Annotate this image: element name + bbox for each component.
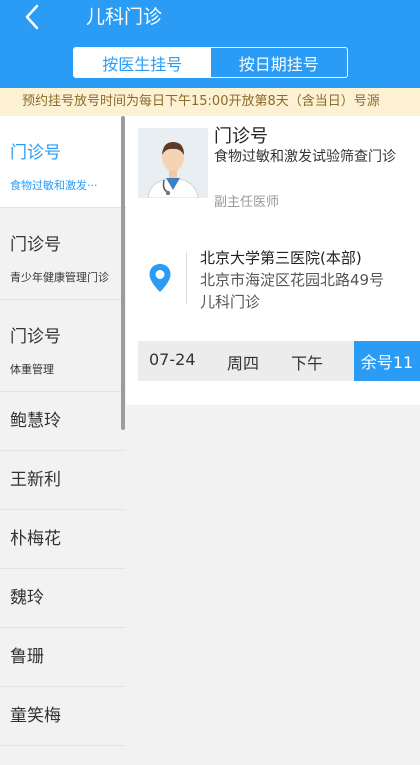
booking-mode-switch: 按医生挂号 按日期挂号 (73, 47, 348, 78)
department-name: 儿科门诊 (200, 293, 261, 311)
doctor-specialty: 食物过敏和激发试验筛查门诊 (214, 149, 396, 165)
doctor-sidebar: 门诊号 食物过敏和激发··· 门诊号 青少年健康管理门诊 门诊号 体重管理 鲍慧… (0, 116, 126, 765)
hospital-name: 北京大学第三医院(本部) (200, 249, 362, 267)
sidebar-item-title: 门诊号 (10, 143, 61, 163)
page-title: 儿科门诊 (86, 6, 163, 28)
location-pin-icon (149, 264, 171, 292)
sidebar-item-title: 门诊号 (10, 235, 61, 255)
sidebar-item-clinic-food-allergy[interactable]: 门诊号 食物过敏和激发··· (0, 116, 126, 208)
doctor-card: 门诊号 食物过敏和激发试验筛查门诊 副主任医师 北京大学第三医院(本部) 北京市… (126, 116, 420, 405)
sidebar-item-doctor[interactable]: 魏玲 (0, 569, 126, 628)
sidebar-item-doctor[interactable]: 鲁珊 (0, 628, 126, 687)
schedule-slot[interactable]: 07-24 周四 下午 余号11 (138, 341, 420, 381)
chevron-left-icon[interactable] (18, 2, 48, 32)
slot-weekday: 周四 (227, 354, 260, 373)
tab-by-date[interactable]: 按日期挂号 (211, 48, 348, 77)
slot-period: 下午 (291, 354, 324, 373)
hospital-address: 北京市海淀区花园北路49号 (200, 271, 385, 289)
sidebar-item-subtitle: 体重管理 (10, 363, 54, 376)
notice-banner: 预约挂号放号时间为每日下午15:00开放第8天（含当日）号源 (0, 88, 420, 116)
sidebar-item-subtitle: 青少年健康管理门诊 (10, 271, 109, 284)
doctor-name: 门诊号 (214, 126, 268, 147)
top-bar: 儿科门诊 按医生挂号 按日期挂号 (0, 0, 420, 88)
tab-by-doctor[interactable]: 按医生挂号 (74, 48, 211, 77)
divider (186, 252, 187, 304)
sidebar-item-doctor[interactable]: 鲍慧玲 (0, 392, 126, 451)
doctor-avatar-icon (138, 128, 208, 198)
sidebar-item-clinic-weight[interactable]: 门诊号 体重管理 (0, 300, 126, 392)
sidebar-item-clinic-teen-health[interactable]: 门诊号 青少年健康管理门诊 (0, 208, 126, 300)
sidebar-item-title: 门诊号 (10, 327, 61, 347)
sidebar-item-doctor[interactable]: 王新利 (0, 451, 126, 510)
doctor-title: 副主任医师 (214, 195, 280, 210)
slot-date: 07-24 (149, 350, 196, 369)
sidebar-item-doctor[interactable]: 童笑梅 (0, 687, 126, 746)
sidebar-item-doctor[interactable]: 朴梅花 (0, 510, 126, 569)
sidebar-item-subtitle: 食物过敏和激发··· (10, 179, 98, 192)
sidebar-scrollbar[interactable] (121, 116, 125, 430)
remaining-slots-button[interactable]: 余号11 (354, 341, 420, 381)
